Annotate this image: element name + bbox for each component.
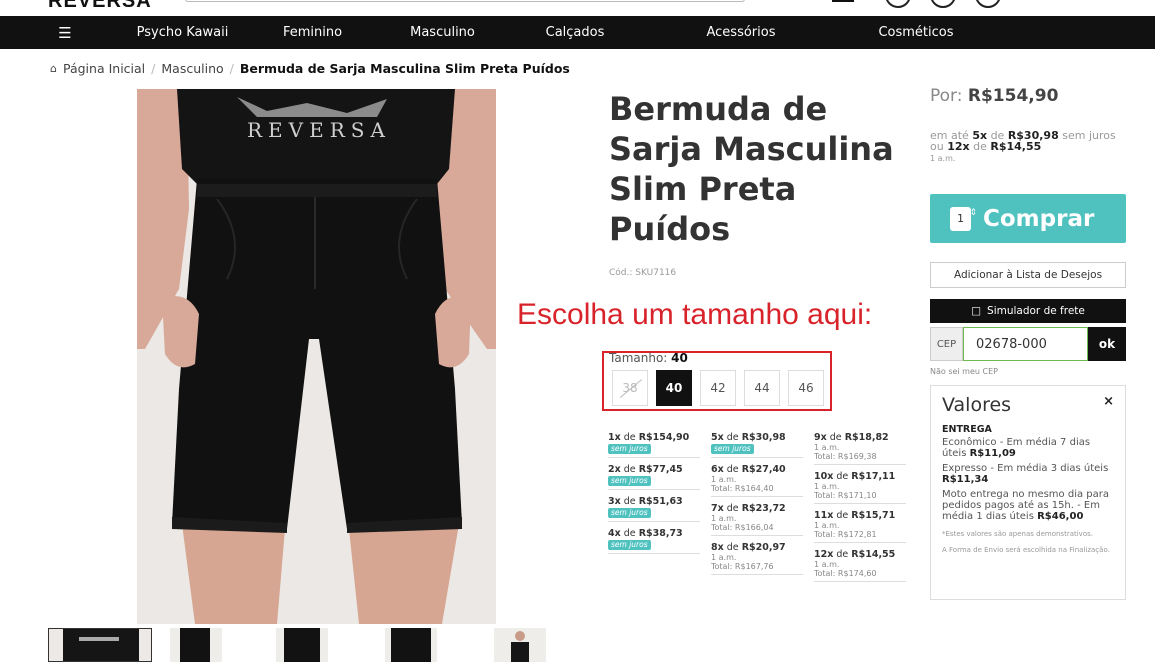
product-title: Bermuda de Sarja Masculina Slim Preta Pu… (609, 90, 894, 248)
price: Por: R$154,90 (930, 86, 1059, 106)
thumbnail-3[interactable] (276, 628, 328, 662)
installments-col-1: 1x de R$154,90 sem juros 2x de R$77,45 sem… (608, 430, 700, 558)
installment-row: 12x de R$14,55 1 a.m. Total: R$174,60 (814, 547, 906, 582)
buy-button[interactable]: 1 ⇕ Comprar (930, 194, 1126, 243)
quantity-stepper[interactable]: 1 ⇕ (950, 206, 977, 231)
delivery-section-title: ENTREGA (942, 424, 992, 435)
installment-row: 5x de R$30,98 sem juros (711, 430, 803, 458)
close-icon[interactable]: × (1103, 394, 1114, 409)
installments-table: 1x de R$154,90 sem juros 2x de R$77,45 sem… (608, 430, 908, 590)
thumbnail-4[interactable] (385, 628, 437, 662)
shipping-option: Expresso - Em média 3 dias úteis R$11,34 (942, 463, 1109, 485)
installments-col-3: 9x de R$18,82 1 a.m. Total: R$169,38 10x d… (814, 430, 906, 586)
user-icon[interactable] (885, 0, 911, 8)
breadcrumb-separator: / (229, 61, 234, 76)
installment-row: 3x de R$51,63 sem juros (608, 494, 700, 522)
cep-form: CEP ok (930, 327, 1126, 361)
installment-row: 4x de R$38,73 sem juros (608, 526, 700, 554)
home-icon[interactable]: ⌂ (50, 62, 57, 75)
size-option-40[interactable]: 40 (656, 370, 692, 406)
search-button[interactable] (832, 0, 854, 2)
buy-button-label: Comprar (983, 205, 1095, 232)
size-option-42[interactable]: 42 (700, 370, 736, 406)
size-option-46[interactable]: 46 (788, 370, 824, 406)
cart-icon[interactable] (975, 0, 1001, 8)
installment-row: 9x de R$18,82 1 a.m. Total: R$169,38 (814, 430, 906, 465)
installment-row: 7x de R$23,72 1 a.m. Total: R$166,04 (711, 501, 803, 536)
cep-input[interactable] (963, 327, 1088, 361)
shipping-option: Econômico - Em média 7 dias úteis R$11,0… (942, 437, 1091, 459)
cep-label: CEP (930, 327, 963, 361)
size-annotation: Escolha um tamanho aqui: (517, 298, 873, 331)
cep-ok-button[interactable]: ok (1088, 327, 1126, 361)
stepper-arrows-icon[interactable]: ⇕ (969, 207, 977, 219)
main-nav: ☰ Psycho Kawaii Feminino Masculino Calça… (0, 16, 1155, 49)
price-installments-summary: em até 5x de R$30,98 sem juros ou 12x de… (930, 129, 1116, 163)
product-main-image[interactable]: REVERSA (137, 89, 496, 624)
breadcrumb-category[interactable]: Masculino (161, 61, 223, 76)
values-note: *Estes valores são apenas demonstrativos… (942, 530, 1110, 554)
installment-row: 10x de R$17,11 1 a.m. Total: R$171,10 (814, 469, 906, 504)
thumbnail-2[interactable] (170, 628, 222, 662)
breadcrumb: ⌂ Página Inicial / Masculino / Bermuda d… (50, 61, 570, 76)
installment-row: 11x de R$15,71 1 a.m. Total: R$172,81 (814, 508, 906, 543)
size-label: Tamanho: 40 (609, 351, 688, 365)
installment-row: 8x de R$20,97 1 a.m. Total: R$167,76 (711, 540, 803, 575)
header-strip: REVERSA (0, 0, 1155, 16)
add-to-wishlist-button[interactable]: Adicionar à Lista de Desejos (930, 262, 1126, 288)
nav-item-masculino[interactable]: Masculino (390, 25, 495, 40)
thumbnail-strip (48, 628, 548, 662)
thumbnail-1[interactable] (48, 628, 152, 662)
thumbnail-5[interactable] (494, 628, 546, 662)
nav-item-cosmeticos[interactable]: Cosméticos (827, 25, 1005, 40)
box-icon: □ (971, 305, 982, 317)
search-input[interactable] (185, 0, 745, 2)
size-options: 38 40 42 44 46 (612, 370, 824, 406)
heart-icon[interactable] (930, 0, 956, 8)
price-value: R$154,90 (967, 86, 1059, 106)
product-sku: Cód.: SKU7116 (609, 268, 677, 278)
site-logo[interactable]: REVERSA (48, 0, 152, 13)
nav-item-psycho-kawaii[interactable]: Psycho Kawaii (130, 25, 235, 40)
installments-col-2: 5x de R$30,98 sem juros 6x de R$27,40 1 a.… (711, 430, 803, 579)
shipping-option: Moto entrega no mesmo dia para pedidos p… (942, 489, 1109, 522)
breadcrumb-separator: / (151, 61, 156, 76)
size-option-38: 38 (612, 370, 648, 406)
nav-item-feminino[interactable]: Feminino (235, 25, 390, 40)
breadcrumb-home[interactable]: Página Inicial (63, 61, 145, 76)
shipping-simulator-button[interactable]: □ Simulador de frete (930, 299, 1126, 323)
shipping-values-panel: Valores × ENTREGA Econômico - Em média 7… (930, 385, 1126, 600)
breadcrumb-current: Bermuda de Sarja Masculina Slim Preta Pu… (239, 61, 570, 76)
nav-item-calcados[interactable]: Calçados (495, 25, 655, 40)
installment-row: 1x de R$154,90 sem juros (608, 430, 700, 458)
nav-item-acessorios[interactable]: Acessórios (655, 25, 827, 40)
size-option-44[interactable]: 44 (744, 370, 780, 406)
installment-row: 6x de R$27,40 1 a.m. Total: R$164,40 (711, 462, 803, 497)
values-title: Valores (942, 394, 1012, 416)
hamburger-menu-icon[interactable]: ☰ (0, 24, 130, 42)
installment-row: 2x de R$77,45 sem juros (608, 462, 700, 490)
selected-size-value: 40 (671, 351, 688, 365)
no-cep-link[interactable]: Não sei meu CEP (930, 367, 998, 376)
shirt-print-text: REVERSA (247, 118, 391, 142)
